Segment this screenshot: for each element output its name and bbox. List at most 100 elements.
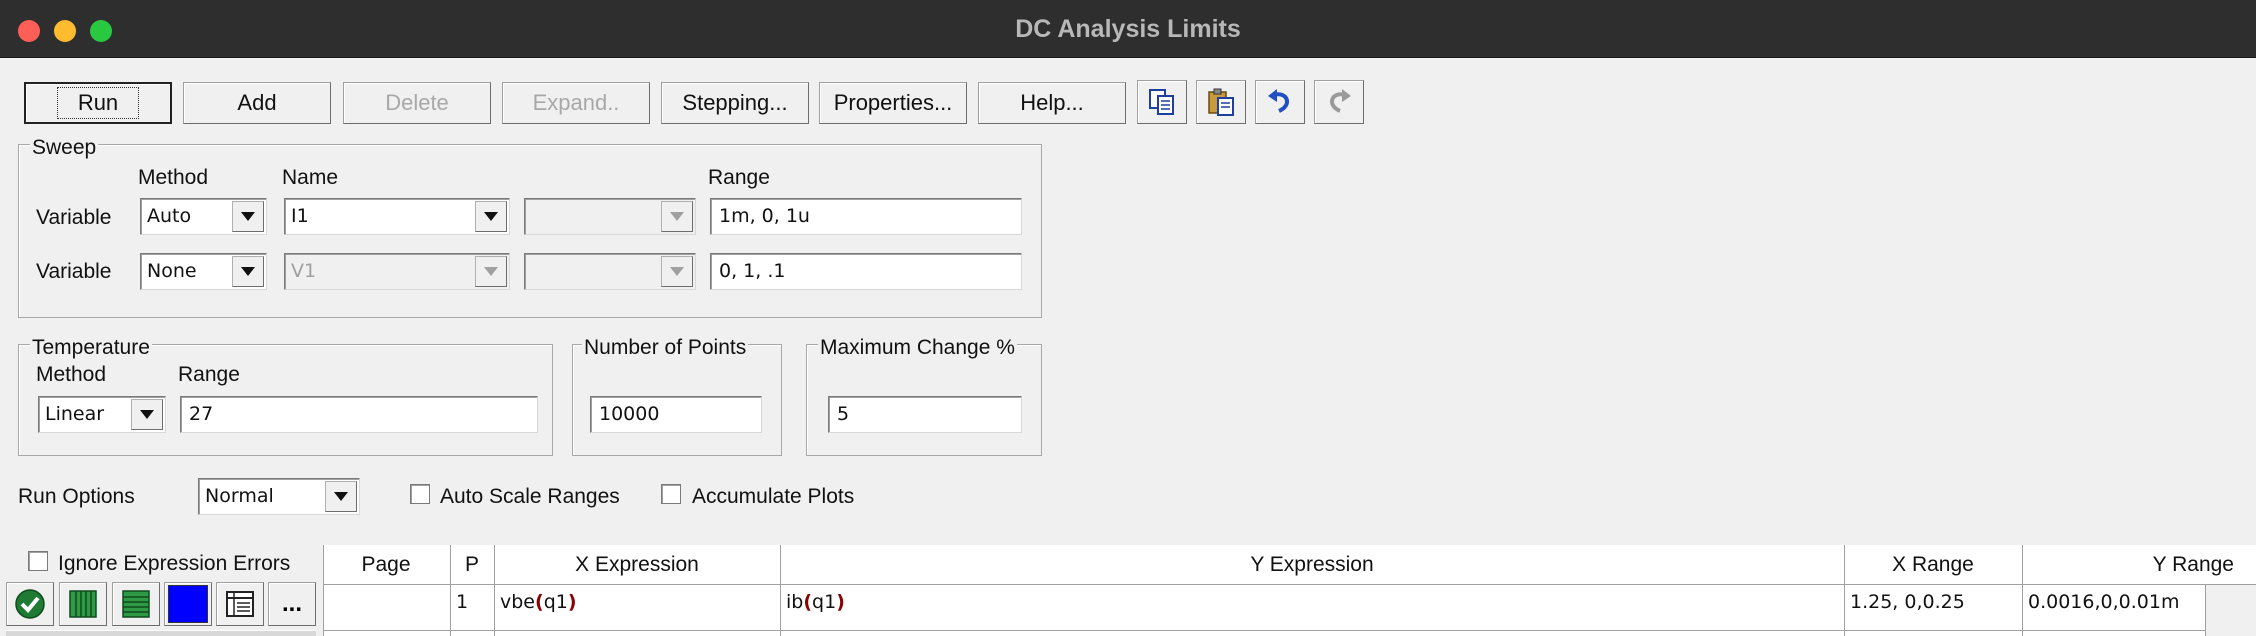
run-options-dropdown[interactable] bbox=[325, 481, 357, 512]
help-button[interactable]: Help... bbox=[978, 82, 1126, 124]
grid-header-y-expression[interactable]: Y Expression bbox=[782, 546, 1842, 584]
paste-button[interactable] bbox=[1196, 80, 1246, 124]
accumulate-plots-checkbox[interactable] bbox=[661, 484, 681, 504]
more-options-button[interactable]: ... bbox=[268, 582, 316, 626]
undo-icon bbox=[1268, 89, 1289, 113]
chevron-down-icon bbox=[670, 212, 684, 221]
sweep-name-header: Name bbox=[282, 166, 339, 189]
stepping-button[interactable]: Stepping... bbox=[661, 82, 809, 124]
sweep-name1-dropdown[interactable] bbox=[475, 201, 507, 232]
y-expression-argument: q1 bbox=[812, 591, 837, 613]
run-options-value: Normal bbox=[205, 485, 274, 507]
grid-cell-y-expression[interactable]: ib(q1) bbox=[782, 586, 1842, 626]
next-row-buttons bbox=[6, 630, 316, 636]
sweep-range1-input[interactable]: 1m, 0, 1u bbox=[710, 198, 1022, 235]
y-expression-close-paren: ) bbox=[836, 591, 845, 613]
ignore-expression-errors-label: Ignore Expression Errors bbox=[58, 552, 291, 575]
properties-button[interactable]: Properties... bbox=[819, 82, 967, 124]
grid-header-y-range[interactable]: Y Range bbox=[2024, 546, 2256, 584]
chevron-down-icon bbox=[241, 212, 255, 221]
auto-scale-ranges-checkbox[interactable] bbox=[410, 484, 430, 504]
grid-column-separator bbox=[450, 545, 451, 636]
sweep-name1-combo[interactable]: I1 bbox=[284, 198, 510, 235]
grid-header-x-range[interactable]: X Range bbox=[1846, 546, 2020, 584]
temperature-method-combo[interactable]: Linear bbox=[38, 396, 166, 433]
sweep-param2-combo[interactable] bbox=[524, 253, 696, 290]
grid-header-page[interactable]: Page bbox=[324, 546, 448, 584]
grid-header-p[interactable]: P bbox=[452, 546, 492, 584]
maximum-change-input[interactable]: 5 bbox=[828, 396, 1022, 433]
sweep-name2-dropdown[interactable] bbox=[475, 256, 507, 287]
chevron-down-icon bbox=[484, 267, 498, 276]
grid-column-separator bbox=[2205, 585, 2206, 636]
temperature-group-label: Temperature bbox=[30, 336, 152, 360]
number-of-points-label: Number of Points bbox=[582, 336, 749, 360]
enable-plot-button[interactable] bbox=[6, 582, 54, 626]
horizontal-grid-button[interactable] bbox=[112, 582, 160, 626]
sweep-method2-dropdown[interactable] bbox=[232, 256, 264, 287]
chevron-down-icon bbox=[484, 212, 498, 221]
sweep-param1-dropdown[interactable] bbox=[661, 201, 693, 232]
delete-button[interactable]: Delete bbox=[343, 82, 491, 124]
numeric-output-button[interactable] bbox=[216, 582, 264, 626]
accumulate-plots-label: Accumulate Plots bbox=[692, 485, 855, 508]
chevron-down-icon bbox=[140, 410, 154, 419]
ignore-expression-errors-checkbox[interactable] bbox=[28, 551, 48, 571]
table-icon bbox=[226, 591, 254, 617]
grid-header-x-expression[interactable]: X Expression bbox=[496, 546, 778, 584]
run-options-combo[interactable]: Normal bbox=[198, 478, 360, 515]
sweep-method1-value: Auto bbox=[147, 205, 192, 227]
x-expression-argument: q1 bbox=[543, 591, 568, 613]
grid-cell-p[interactable]: 1 bbox=[452, 586, 492, 626]
sweep-method2-combo[interactable]: None bbox=[140, 253, 267, 290]
temperature-method-dropdown[interactable] bbox=[131, 399, 163, 430]
grid-column-separator bbox=[2022, 545, 2023, 636]
run-options-label: Run Options bbox=[18, 485, 135, 508]
x-expression-open-paren: ( bbox=[535, 591, 544, 613]
vertical-grid-button[interactable] bbox=[59, 582, 107, 626]
temperature-range-input[interactable]: 27 bbox=[180, 396, 538, 433]
sweep-range2-input[interactable]: 0, 1, .1 bbox=[710, 253, 1022, 290]
sweep-group-label: Sweep bbox=[30, 136, 99, 160]
title-bar: DC Analysis Limits bbox=[0, 0, 2256, 58]
grid-row-divider bbox=[323, 630, 2206, 631]
x-expression-function: vbe bbox=[500, 591, 535, 613]
grid-column-separator bbox=[780, 545, 781, 636]
sweep-param1-combo[interactable] bbox=[524, 198, 696, 235]
chevron-down-icon bbox=[334, 492, 348, 501]
maximum-change-label: Maximum Change % bbox=[818, 336, 1017, 360]
chevron-down-icon bbox=[241, 267, 255, 276]
add-button[interactable]: Add bbox=[183, 82, 331, 124]
number-of-points-input[interactable]: 10000 bbox=[590, 396, 762, 433]
sweep-method1-combo[interactable]: Auto bbox=[140, 198, 267, 235]
curve-color-swatch bbox=[168, 585, 208, 623]
copy-button[interactable] bbox=[1137, 80, 1187, 124]
grid-cell-x-range[interactable]: 1.25, 0,0.25 bbox=[1846, 586, 2020, 626]
temperature-range-header: Range bbox=[178, 363, 240, 386]
curve-color-button[interactable] bbox=[164, 582, 212, 626]
expand-button[interactable]: Expand.. bbox=[502, 82, 650, 124]
grid-cell-y-range[interactable]: 0.0016,0,0.01m bbox=[2024, 586, 2204, 626]
y-expression-open-paren: ( bbox=[803, 591, 813, 613]
temperature-method-header: Method bbox=[36, 363, 107, 386]
window-title: DC Analysis Limits bbox=[1015, 15, 1241, 43]
grid-cell-page[interactable] bbox=[324, 586, 450, 626]
undo-button[interactable] bbox=[1255, 80, 1305, 124]
run-button-label: Run bbox=[56, 87, 140, 119]
grid-scroll-area bbox=[2206, 585, 2256, 636]
sweep-method-header: Method bbox=[138, 166, 209, 189]
grid-column-separator bbox=[494, 545, 495, 636]
copy-icon bbox=[1149, 89, 1174, 115]
sweep-variable2-label: Variable bbox=[36, 260, 112, 283]
sweep-param2-dropdown[interactable] bbox=[661, 256, 693, 287]
sweep-method1-dropdown[interactable] bbox=[232, 201, 264, 232]
grid-column-separator bbox=[1844, 545, 1845, 636]
sweep-variable1-label: Variable bbox=[36, 206, 112, 229]
run-button[interactable]: Run bbox=[24, 82, 172, 124]
redo-button[interactable] bbox=[1314, 80, 1364, 124]
temperature-method-value: Linear bbox=[45, 403, 105, 425]
redo-icon bbox=[1330, 89, 1351, 113]
chevron-down-icon bbox=[670, 267, 684, 276]
sweep-name2-combo[interactable]: V1 bbox=[284, 253, 510, 290]
grid-cell-x-expression[interactable]: vbe(q1) bbox=[496, 586, 778, 626]
